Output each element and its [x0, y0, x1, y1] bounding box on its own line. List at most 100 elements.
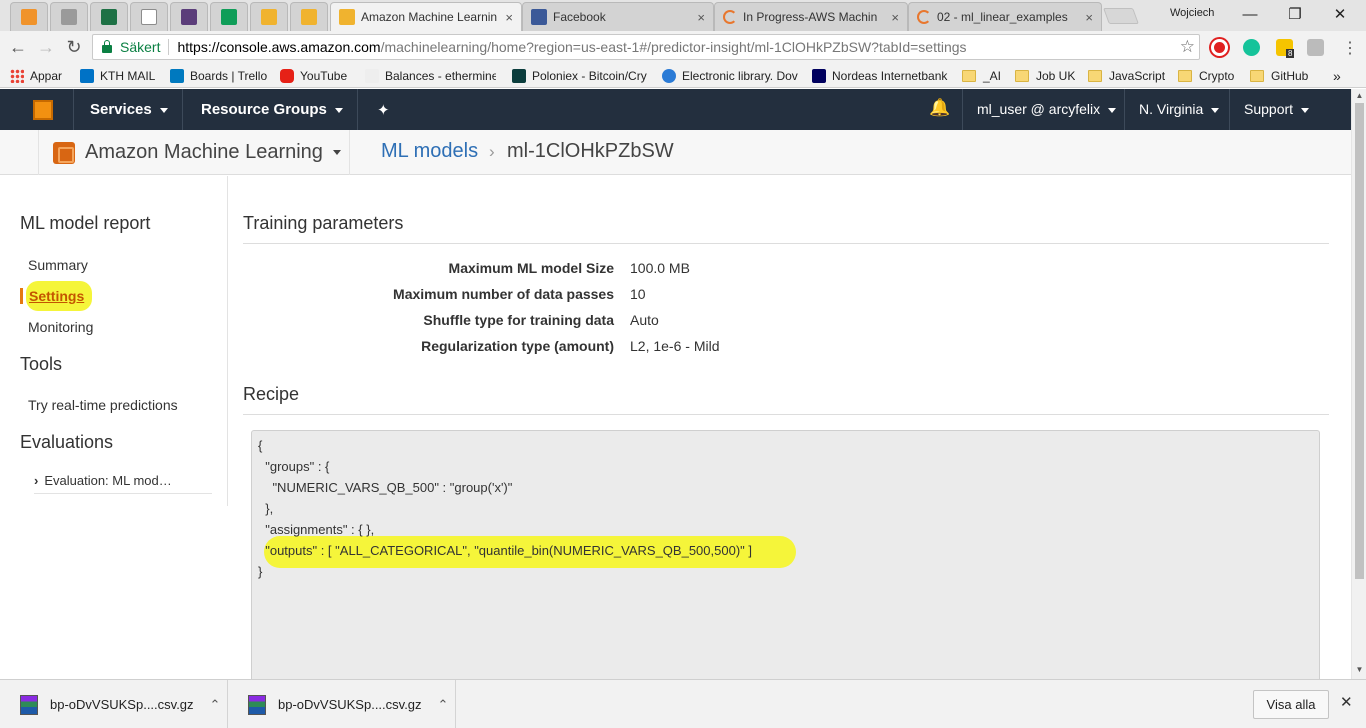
- pinned-tab-1[interactable]: [10, 2, 48, 31]
- bookmark-folder-ai[interactable]: _AI: [962, 67, 1001, 84]
- folder-icon: [1250, 69, 1264, 82]
- machine-learning-icon: [53, 141, 75, 164]
- archive-icon: [248, 694, 266, 715]
- tab-ml-linear-examples[interactable]: 02 - ml_linear_examples ×: [908, 2, 1102, 31]
- download-item[interactable]: bp-oDvVSUKSp....csv.gz ⌃: [228, 680, 456, 728]
- sidebar-item-settings[interactable]: Settings: [29, 288, 84, 304]
- download-item[interactable]: bp-oDvVSUKSp....csv.gz ⌃: [0, 680, 228, 728]
- region-menu[interactable]: N. Virginia: [1124, 89, 1233, 130]
- pinned-tab-6[interactable]: [210, 2, 248, 31]
- service-name: Amazon Machine Learning: [85, 141, 323, 163]
- folder-icon: [1088, 69, 1102, 82]
- new-tab-button[interactable]: [1103, 8, 1139, 24]
- bookmark-folder-github[interactable]: GitHub: [1250, 67, 1308, 84]
- recipe-line: "NUMERIC_VARS_QB_500" : "group('x')": [258, 480, 513, 495]
- bookmark-label: _AI: [983, 68, 1002, 83]
- breadcrumb-current: ml-1ClOHkPZbSW: [507, 140, 674, 162]
- bookmark-label: YouTube: [300, 68, 348, 83]
- service-switcher[interactable]: Amazon Machine Learning: [38, 130, 350, 175]
- services-label: Services: [90, 101, 152, 118]
- bookmark-nordea[interactable]: Nordeas Internetbank: [812, 67, 948, 84]
- tab-amazon-ml[interactable]: Amazon Machine Learnin ×: [330, 2, 522, 31]
- aws-cube-icon: [261, 9, 277, 25]
- recipe-heading: Recipe: [243, 384, 1329, 415]
- close-icon[interactable]: ✕: [1340, 693, 1353, 711]
- close-icon[interactable]: ×: [891, 10, 899, 25]
- pin-icon[interactable]: ✦: [377, 101, 390, 119]
- sidebar-item-evaluation[interactable]: › Evaluation: ML mod…: [34, 468, 212, 494]
- pinned-tab-5[interactable]: [170, 2, 208, 31]
- poloniex-icon: [512, 68, 526, 83]
- region-label: N. Virginia: [1139, 101, 1204, 117]
- bookmark-apps[interactable]: Appar: [10, 67, 62, 84]
- menu-icon[interactable]: ⋮: [1342, 38, 1358, 58]
- bookmark-electronic-library[interactable]: Electronic library. Dov: [662, 67, 798, 84]
- pinned-tab-7[interactable]: [250, 2, 288, 31]
- reload-icon[interactable]: ↻: [62, 35, 86, 59]
- scroll-down-icon[interactable]: ▼: [1352, 665, 1366, 674]
- scrollbar-thumb[interactable]: [1355, 103, 1364, 579]
- pinned-tab-4[interactable]: [130, 2, 168, 31]
- pinned-tab-3[interactable]: [90, 2, 128, 31]
- globe-icon: [662, 68, 676, 83]
- spreadsheet-icon: [101, 9, 117, 25]
- tab-facebook[interactable]: Facebook ×: [522, 2, 714, 31]
- pinned-tab-2[interactable]: [50, 2, 88, 31]
- show-all-downloads-button[interactable]: Visa alla: [1253, 690, 1329, 719]
- maximize-icon[interactable]: ❐: [1275, 3, 1315, 27]
- archive-icon: [20, 694, 38, 715]
- page-scrollbar[interactable]: ▲ ▼: [1351, 89, 1366, 679]
- account-menu[interactable]: ml_user @ arcyfelix: [962, 89, 1130, 130]
- bookmark-trello[interactable]: Boards | Trello: [170, 67, 267, 84]
- bell-icon[interactable]: 🔔: [928, 98, 952, 122]
- chevron-up-icon[interactable]: ⌃: [210, 697, 221, 713]
- tab-in-progress[interactable]: In Progress-AWS Machin ×: [714, 2, 908, 31]
- sidebar-item-summary[interactable]: Summary: [28, 257, 88, 273]
- address-bar[interactable]: Säkert https://console.aws.amazon.com/ma…: [92, 34, 1200, 60]
- sidebar-item-realtime-predictions[interactable]: Try real-time predictions: [28, 397, 178, 413]
- recipe-line: },: [258, 501, 274, 516]
- sidebar-item-monitoring[interactable]: Monitoring: [28, 319, 93, 335]
- chevron-up-icon[interactable]: ⌃: [438, 697, 449, 713]
- opera-icon[interactable]: [1211, 39, 1228, 56]
- facebook-icon: [531, 9, 547, 25]
- param-value: Auto: [630, 312, 659, 328]
- breadcrumb-ml-models[interactable]: ML models: [381, 140, 478, 163]
- bookmark-folder-job-uk[interactable]: Job UK: [1015, 67, 1075, 84]
- aws-top-nav: Services Resource Groups ✦ 🔔 ml_user @ a…: [0, 89, 1351, 130]
- recipe-line: }: [258, 564, 263, 579]
- aws-home-link[interactable]: [0, 89, 74, 130]
- param-label: Regularization type (amount): [421, 338, 614, 354]
- bookmark-ethermine[interactable]: Balances - ethermine: [365, 67, 496, 84]
- close-icon[interactable]: ×: [1085, 10, 1093, 25]
- chevron-down-icon: [1301, 107, 1310, 113]
- forward-icon[interactable]: →: [34, 35, 58, 59]
- download-filename: bp-oDvVSUKSp....csv.gz: [278, 697, 422, 712]
- bookmark-folder-javascript[interactable]: JavaScript: [1088, 67, 1165, 84]
- grammarly-icon[interactable]: [1243, 39, 1260, 56]
- puzzle-icon: [61, 9, 77, 25]
- nordea-icon: [812, 68, 826, 83]
- services-menu[interactable]: Services: [76, 89, 183, 130]
- support-menu[interactable]: Support: [1229, 89, 1323, 130]
- resource-groups-menu[interactable]: Resource Groups: [187, 89, 358, 130]
- chevron-down-icon: [334, 107, 343, 113]
- minimize-icon[interactable]: —: [1230, 3, 1270, 27]
- profile-name[interactable]: Wojciech: [1170, 7, 1214, 19]
- bookmark-star-icon[interactable]: ☆: [1180, 37, 1195, 57]
- back-icon[interactable]: ←: [6, 35, 30, 59]
- bookmark-kth-mail[interactable]: KTH MAIL: [80, 67, 155, 84]
- bookmark-label: Boards | Trello: [190, 68, 268, 83]
- close-icon[interactable]: ×: [697, 10, 705, 25]
- inbox-icon[interactable]: [1307, 39, 1324, 56]
- pinned-tab-8[interactable]: [290, 2, 328, 31]
- scroll-up-icon[interactable]: ▲: [1352, 91, 1366, 100]
- section-heading-evaluations: Evaluations: [20, 432, 114, 452]
- section-heading-report: ML model report: [20, 213, 151, 233]
- window-close-icon[interactable]: ✕: [1320, 3, 1360, 27]
- bookmark-poloniex[interactable]: Poloniex - Bitcoin/Cry: [512, 67, 648, 84]
- close-icon[interactable]: ×: [505, 10, 513, 25]
- bookmarks-overflow-icon[interactable]: »: [1333, 67, 1341, 84]
- bookmark-folder-crypto[interactable]: Crypto: [1178, 67, 1234, 84]
- bookmark-youtube[interactable]: YouTube: [280, 67, 347, 84]
